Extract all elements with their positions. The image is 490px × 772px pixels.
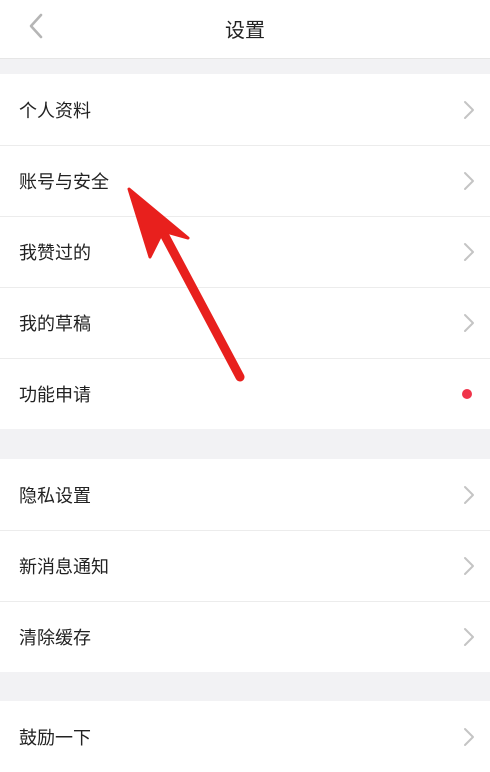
settings-item-privacy[interactable]: 隐私设置: [0, 459, 490, 530]
settings-item-label: 鼓励一下: [19, 727, 91, 749]
settings-item-account-security[interactable]: 账号与安全: [0, 145, 490, 216]
red-dot-badge: [462, 388, 472, 399]
chevron-right-icon: [464, 556, 474, 575]
chevron-right-icon: [464, 242, 474, 261]
settings-item-label: 功能申请: [19, 384, 91, 406]
settings-item-label: 隐私设置: [19, 485, 91, 507]
settings-item-label: 账号与安全: [19, 171, 109, 193]
settings-item-profile[interactable]: 个人资料: [0, 74, 490, 145]
settings-item-label: 我的草稿: [19, 313, 91, 335]
chevron-right-icon: [464, 485, 474, 504]
page-title: 设置: [225, 18, 265, 42]
settings-group-general: 隐私设置 新消息通知 清除缓存: [0, 459, 490, 672]
settings-item-clear-cache[interactable]: 清除缓存: [0, 601, 490, 672]
navigation-bar: 设置: [0, 0, 490, 59]
chevron-right-icon: [464, 313, 474, 332]
settings-item-feature-request[interactable]: 功能申请: [0, 358, 490, 429]
settings-item-label: 清除缓存: [19, 627, 91, 649]
chevron-right-icon: [464, 100, 474, 119]
settings-item-encourage[interactable]: 鼓励一下: [0, 701, 490, 772]
settings-item-label: 新消息通知: [19, 556, 109, 578]
chevron-right-icon: [464, 727, 474, 746]
settings-item-drafts[interactable]: 我的草稿: [0, 287, 490, 358]
settings-item-notifications[interactable]: 新消息通知: [0, 530, 490, 601]
settings-group-misc: 鼓励一下: [0, 701, 490, 772]
chevron-right-icon: [464, 627, 474, 646]
settings-item-label: 我赞过的: [19, 242, 91, 264]
settings-group-account: 个人资料 账号与安全 我赞过的 我的草稿 功能申请: [0, 74, 490, 429]
chevron-right-icon: [464, 171, 474, 190]
settings-item-liked[interactable]: 我赞过的: [0, 216, 490, 287]
settings-item-label: 个人资料: [19, 100, 91, 122]
